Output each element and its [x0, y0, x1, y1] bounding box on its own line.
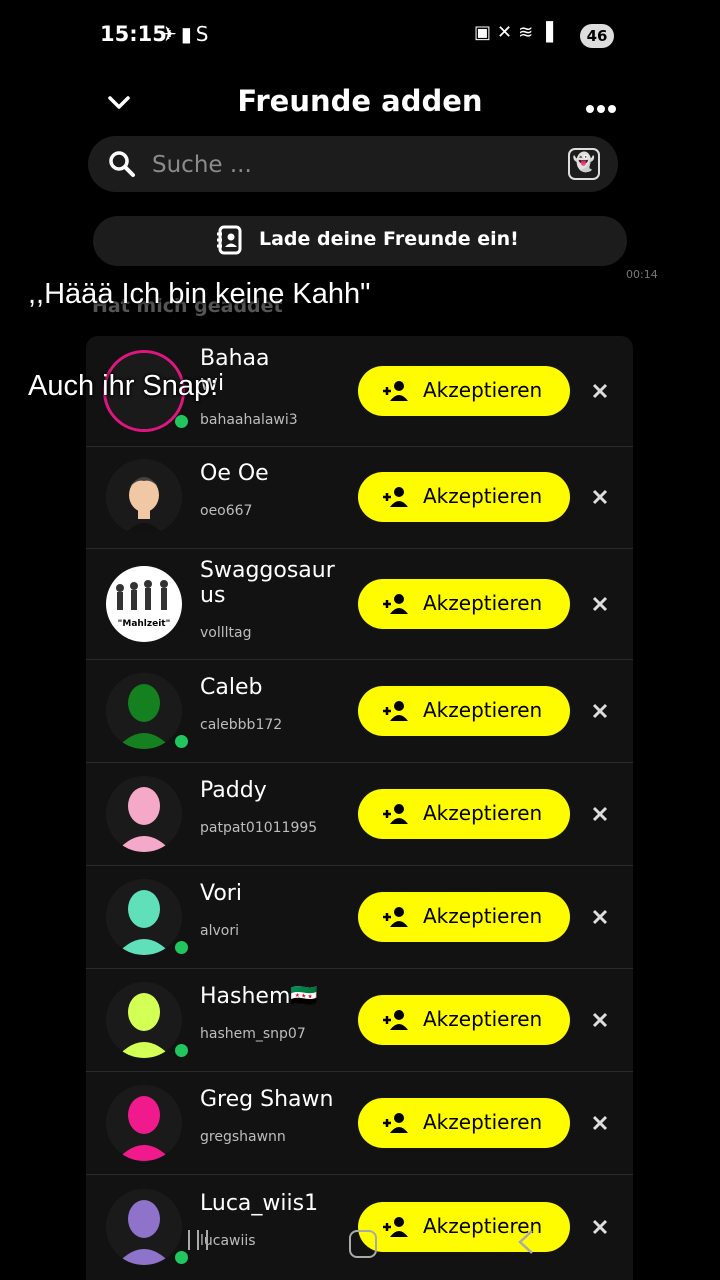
username: bahaahalawi3: [200, 412, 298, 428]
online-indicator: [175, 735, 188, 748]
accept-label: Akzeptieren: [423, 591, 543, 615]
accept-label: Akzeptieren: [423, 801, 543, 825]
add-friend-icon: [383, 1113, 408, 1133]
system-nav-bar: [0, 1215, 720, 1275]
add-friend-icon: [383, 1010, 408, 1030]
close-icon[interactable]: [590, 701, 610, 721]
more-options-icon[interactable]: [586, 98, 619, 117]
username: calebbb172: [200, 717, 283, 733]
invite-label: Lade deine Freunde ein!: [259, 228, 519, 250]
friend-request-row: Caleb calebbb172 Akzeptieren: [86, 659, 633, 763]
search-input[interactable]: [150, 146, 554, 184]
display-name: Greg Shawn: [200, 1087, 334, 1112]
accept-button[interactable]: Akzeptieren: [358, 579, 570, 629]
online-indicator: [175, 1044, 188, 1057]
accept-label: Akzeptieren: [423, 484, 543, 508]
close-icon[interactable]: [590, 487, 610, 507]
online-indicator: [175, 941, 188, 954]
overlay-caption-1: ,,Häää Ich bin keine Kahh": [28, 278, 371, 310]
accept-label: Akzeptieren: [423, 698, 543, 722]
username: oeo667: [200, 503, 253, 519]
close-icon[interactable]: [590, 1113, 610, 1133]
username: patpat01011995: [200, 820, 318, 836]
close-icon[interactable]: [590, 381, 610, 401]
home-icon[interactable]: [349, 1230, 377, 1258]
username: hashem_snp07: [200, 1026, 306, 1042]
accept-label: Akzeptieren: [423, 1110, 543, 1134]
back-icon[interactable]: [516, 1229, 536, 1255]
add-friend-icon: [383, 907, 408, 927]
display-name: Oe Oe: [200, 461, 269, 486]
display-name-line2: us: [200, 583, 226, 608]
display-name: Paddy: [200, 778, 267, 803]
display-name: Swaggosaur us: [200, 558, 335, 608]
avatar[interactable]: [106, 982, 182, 1058]
friend-request-row: Paddy patpat01011995 Akzeptieren: [86, 762, 633, 866]
accept-button[interactable]: Akzeptieren: [358, 472, 570, 522]
add-friend-icon: [383, 804, 408, 824]
add-friend-icon: [383, 381, 408, 401]
overlay-caption-2: Auch ihr Snap:: [28, 370, 219, 402]
accept-label: Akzeptieren: [423, 378, 543, 402]
search-bar: 👻: [88, 136, 618, 192]
username: gregshawnn: [200, 1129, 286, 1145]
display-name: Hashem🇸🇾: [200, 984, 318, 1009]
accept-button[interactable]: Akzeptieren: [358, 995, 570, 1045]
accept-label: Akzeptieren: [423, 1007, 543, 1031]
add-friend-icon: [383, 701, 408, 721]
avatar[interactable]: [106, 1085, 182, 1161]
username: alvori: [200, 923, 239, 939]
online-indicator: [175, 415, 188, 428]
accept-button[interactable]: Akzeptieren: [358, 686, 570, 736]
friend-request-row: Greg Shawn gregshawnn Akzeptieren: [86, 1071, 633, 1175]
username: vollltag: [200, 625, 252, 641]
close-icon[interactable]: [590, 594, 610, 614]
header: Freunde adden: [0, 72, 720, 132]
contacts-icon: [217, 225, 242, 255]
display-name: Vori: [200, 881, 242, 906]
close-icon[interactable]: [590, 804, 610, 824]
avatar[interactable]: [106, 459, 182, 535]
friend-request-row: Hashem🇸🇾 hashem_snp07 Akzeptieren: [86, 968, 633, 1072]
display-name: Caleb: [200, 675, 263, 700]
avatar[interactable]: [106, 776, 182, 852]
battery-indicator: 46: [580, 24, 614, 48]
friend-request-row: "Mahlzeit" Swaggosaur us vollltag Akzepti…: [86, 548, 633, 660]
add-friend-icon: [383, 487, 408, 507]
recent-apps-icon[interactable]: [186, 1227, 210, 1253]
avatar-caption: "Mahlzeit": [118, 619, 171, 629]
close-icon[interactable]: [590, 1010, 610, 1030]
status-bar: 15:15 ✈▮S ▣✕≋▐ 46: [0, 0, 720, 72]
display-name: Luca_wiis1: [200, 1191, 319, 1216]
avatar[interactable]: [106, 879, 182, 955]
status-left-icons: ✈▮S: [160, 22, 213, 46]
accept-label: Akzeptieren: [423, 904, 543, 928]
add-friend-icon: [383, 594, 408, 614]
side-timestamp: 00:14: [626, 268, 658, 281]
accept-button[interactable]: Akzeptieren: [358, 789, 570, 839]
avatar[interactable]: "Mahlzeit": [106, 566, 182, 642]
snapcode-icon[interactable]: 👻: [568, 148, 600, 180]
accept-button[interactable]: Akzeptieren: [358, 892, 570, 942]
search-icon: [109, 151, 135, 177]
status-right-icons: ▣✕≋▐: [474, 22, 560, 43]
invite-friends-button[interactable]: Lade deine Freunde ein!: [93, 216, 627, 266]
close-icon[interactable]: [590, 907, 610, 927]
status-time: 15:15: [100, 22, 167, 46]
avatar[interactable]: [106, 673, 182, 749]
accept-button[interactable]: Akzeptieren: [358, 1098, 570, 1148]
friend-request-row: Vori alvori Akzeptieren: [86, 865, 633, 969]
accept-button[interactable]: Akzeptieren: [358, 366, 570, 416]
friend-request-row: Oe Oe oeo667 Akzeptieren: [86, 446, 633, 549]
friend-request-list: Bahaa wi bahaahalawi3 Akzeptieren Oe Oe …: [86, 336, 633, 1280]
